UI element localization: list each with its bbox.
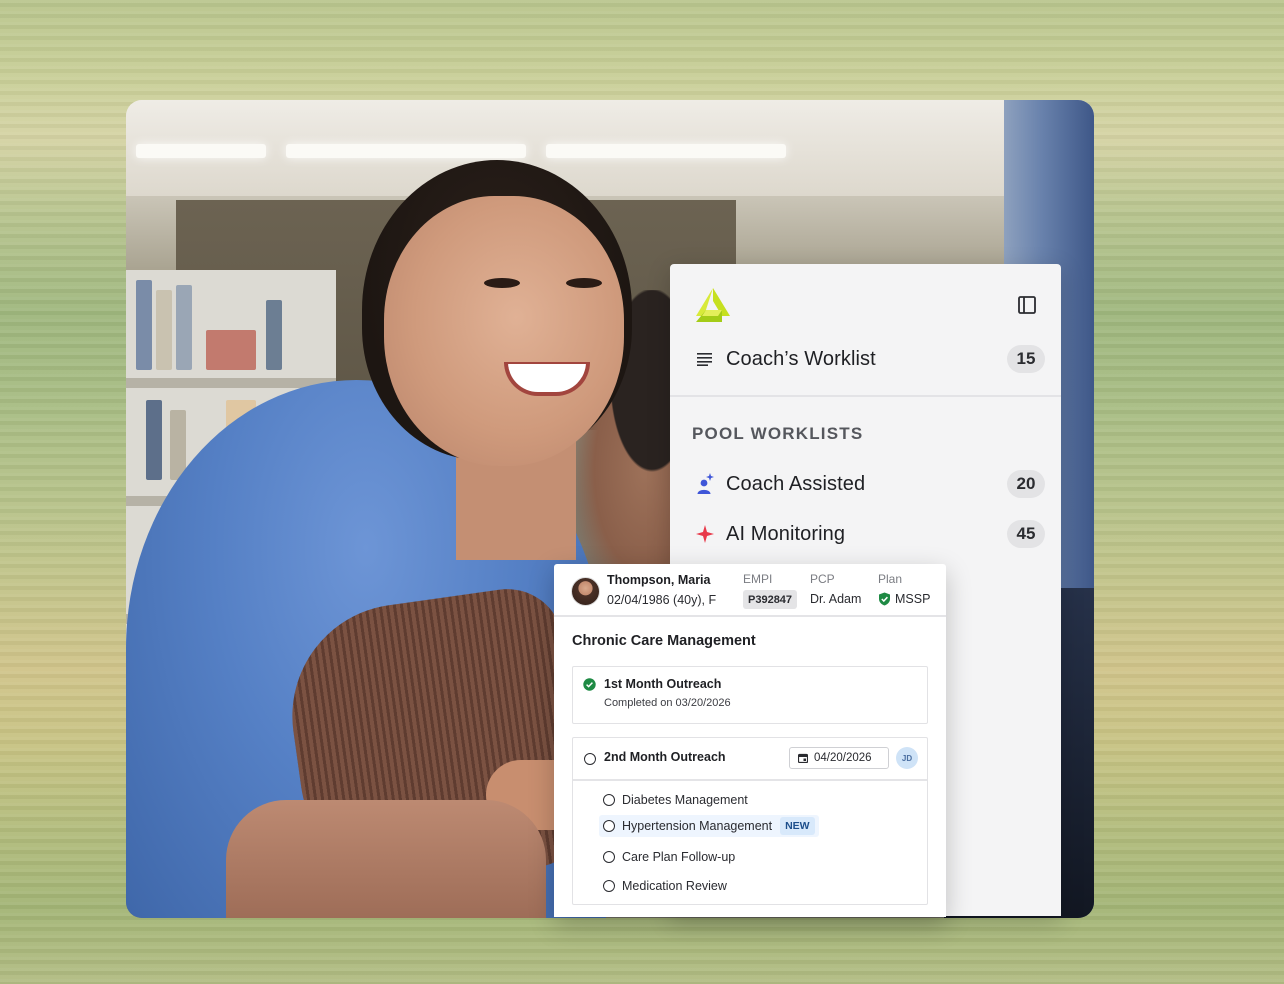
nav-item-ai-monitoring[interactable]: AI Monitoring 45 [670,514,1061,554]
task-card-completed[interactable]: 1st Month Outreach Completed on 03/20/20… [572,666,928,724]
nav-item-coach-assisted[interactable]: Coach Assisted 20 [670,464,1061,504]
patient-header: Thompson, Maria 02/04/1986 (40y), F EMPI… [554,564,946,617]
subtask-label: Care Plan Follow-up [622,850,736,864]
photo-book [206,330,256,370]
calendar-icon [798,753,808,763]
count-badge: 20 [1007,470,1045,498]
plan-value: MSSP [895,592,931,606]
task-card-active: 2nd Month Outreach 04/20/2026 JD Diabete… [572,737,928,905]
check-circle-icon [583,678,596,691]
task-radio[interactable] [584,753,596,765]
count-badge: 15 [1007,345,1045,373]
photo-book [136,280,152,370]
new-badge: NEW [780,817,815,835]
shield-check-icon [879,592,890,606]
subtask-label: Diabetes Management [622,793,748,807]
subtask-label: Hypertension Management [622,819,773,833]
empi-label: EMPI [743,572,773,586]
subtask-radio[interactable] [603,880,615,892]
photo-book [146,400,162,480]
app-logo [696,288,730,322]
photo-face [384,196,624,466]
nav-item-label: Coach’s Worklist [726,347,876,370]
task-title: 1st Month Outreach [604,677,722,691]
sidebar-toggle-icon [1018,296,1036,314]
section-divider [670,395,1061,397]
sparkle-icon [695,524,715,544]
program-title: Chronic Care Management [572,633,756,649]
due-date-field[interactable]: 04/20/2026 [789,747,889,769]
pcp-value: Dr. Adam [810,592,862,606]
patient-dob: 02/04/1986 (40y), F [607,593,717,607]
nav-item-label: Coach Assisted [726,472,866,495]
empi-value: P392847 [743,590,798,609]
photo-ceiling-light [136,144,266,158]
subtask-radio[interactable] [603,820,615,832]
nav-item-label: AI Monitoring [726,522,846,545]
patient-name: Thompson, Maria [607,573,711,587]
photo-foreground-hand [226,800,546,918]
pcp-label: PCP [810,572,835,586]
assignee-avatar[interactable]: JD [896,747,918,769]
task-subtitle: Completed on 03/20/2026 [604,697,731,709]
count-badge: 45 [1007,520,1045,548]
photo-book [176,285,192,370]
photo-eye [484,278,520,288]
nav-item-coach-worklist[interactable]: Coach’s Worklist 15 [670,339,1061,379]
patient-care-card: Thompson, Maria 02/04/1986 (40y), F EMPI… [554,564,946,917]
list-icon [695,349,715,369]
photo-eye [566,278,602,288]
plan-value-row: MSSP [878,592,930,606]
subtask-item[interactable]: Diabetes Management [603,789,748,811]
subtask-item-highlighted[interactable]: Hypertension Management NEW [599,815,819,837]
task-divider [573,779,927,781]
photo-book [156,290,172,370]
subtask-item[interactable]: Care Plan Follow-up [603,846,735,868]
section-title: POOL WORKLISTS [692,424,864,443]
plan-label: Plan [878,572,903,586]
due-date-value: 04/20/2026 [814,752,872,764]
task-title: 2nd Month Outreach [604,750,726,764]
photo-book [266,300,282,370]
person-sparkle-icon [695,473,715,494]
subtask-item[interactable]: Medication Review [603,875,727,897]
patient-avatar [571,577,600,606]
subtask-radio[interactable] [603,851,615,863]
sidebar-collapse-button[interactable] [1017,295,1037,315]
subtask-radio[interactable] [603,794,615,806]
photo-ceiling-light [546,144,786,158]
subtask-label: Medication Review [622,879,727,893]
photo-ceiling-light [286,144,526,158]
